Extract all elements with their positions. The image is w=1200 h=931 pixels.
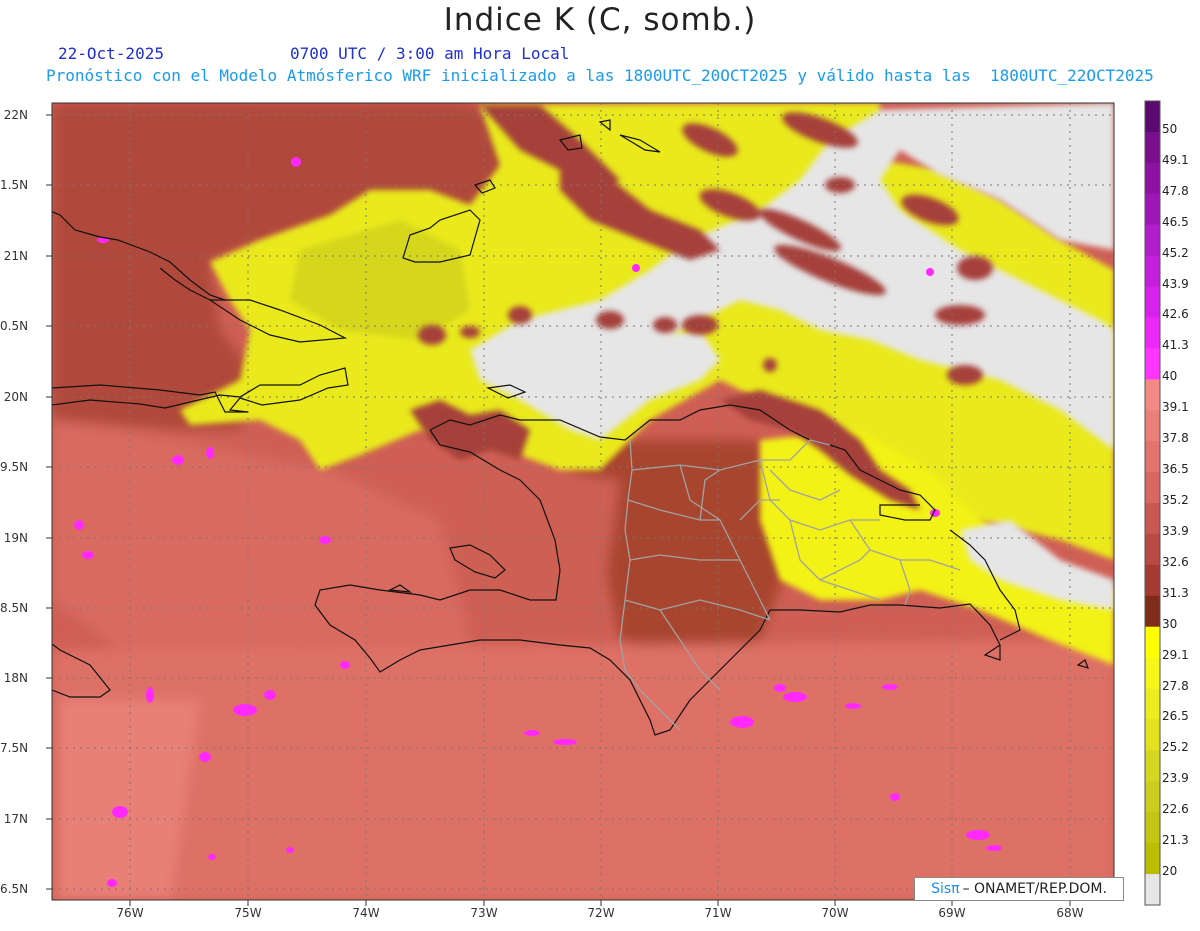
colorbar-swatch [1145,131,1160,164]
colorbar-swatch [1145,812,1160,844]
colorbar-label: 33.9 [1162,523,1189,538]
colorbar-swatch [1145,874,1160,906]
colorbar-swatch [1145,657,1160,690]
lat-label: 7.5N [0,741,29,755]
lon-label: 74W [352,906,380,920]
colorbar-label: 47.8 [1162,183,1189,198]
colorbar-label: 39.1 [1162,400,1189,415]
colorbar-swatch [1145,379,1160,411]
credit-text: – ONAMET/REP.DOM. [962,881,1107,897]
colorbar-label: 31.3 [1162,585,1189,600]
colorbar-label: 26.5 [1162,709,1189,724]
colorbar-swatch [1145,193,1160,226]
colorbar-label: 37.8 [1162,431,1189,446]
colorbar-label: 50 [1162,121,1178,136]
colorbar-swatch [1145,441,1160,473]
sispi-logo: Sisπ [931,881,960,897]
lon-label: 76W [116,906,144,920]
colorbar-label: 22.6 [1162,802,1189,817]
colorbar-swatch [1145,595,1160,628]
colorbar-label: 42.6 [1162,307,1189,322]
lon-label: 72W [587,906,615,920]
colorbar-swatch [1145,719,1160,751]
colorbar-swatch [1145,348,1160,380]
colorbar-swatch [1145,286,1160,318]
colorbar-label: 36.5 [1162,462,1189,477]
lat-label: 8.5N [0,601,29,615]
lat-label: 17N [3,812,28,826]
lat-label: 22N [3,108,28,122]
colorbar-swatch [1145,162,1160,195]
colorbar-swatch [1145,533,1160,566]
colorbar-swatch [1145,255,1160,288]
lat-label: 20N [3,390,28,404]
colorbar-swatch [1145,317,1160,349]
lat-label: 18N [3,671,28,685]
colorbar-label: 41.3 [1162,338,1189,353]
colorbar-label: 29.1 [1162,647,1189,662]
lat-label: 6.5N [0,882,29,896]
colorbar-label: 46.5 [1162,214,1189,229]
colorbar-label: 25.2 [1162,740,1189,755]
lon-label: 75W [234,906,262,920]
lat-label: 19N [3,531,28,545]
lon-label: 71W [704,906,732,920]
lon-label: 73W [470,906,498,920]
lat-label: 21N [3,249,28,263]
colorbar [1144,100,1161,906]
colorbar-swatch [1145,503,1160,535]
colorbar-label: 20 [1162,864,1178,879]
colorbar-label: 27.8 [1162,678,1189,693]
lon-label: 70W [821,906,849,920]
credit-box: Sisπ – ONAMET/REP.DOM. [914,877,1124,901]
colorbar-swatch [1145,472,1160,504]
colorbar-swatch [1145,410,1160,442]
k-index-map [0,0,1200,927]
colorbar-label: 49.1 [1162,152,1189,167]
colorbar-label: 32.6 [1162,554,1189,569]
colorbar-label: 23.9 [1162,771,1189,786]
colorbar-swatch [1145,843,1160,875]
colorbar-swatch [1145,564,1160,597]
colorbar-swatch [1145,626,1160,659]
colorbar-label: 45.2 [1162,245,1189,260]
colorbar-swatch [1145,750,1160,782]
lon-label: 68W [1056,906,1084,920]
k-index-field [52,103,1114,900]
colorbar-label: 21.3 [1162,833,1189,848]
colorbar-swatch [1145,781,1160,813]
lon-label: 69W [938,906,966,920]
colorbar-label: 43.9 [1162,276,1189,291]
colorbar-label: 30 [1162,616,1178,631]
colorbar-label: 35.2 [1162,493,1189,507]
lat-label: 9.5N [0,460,29,474]
colorbar-swatch [1145,688,1160,720]
colorbar-swatch [1145,101,1160,133]
colorbar-swatch [1145,224,1160,257]
lat-label: 1.5N [0,178,29,192]
colorbar-label: 40 [1162,369,1178,384]
lat-label: 0.5N [0,319,29,333]
